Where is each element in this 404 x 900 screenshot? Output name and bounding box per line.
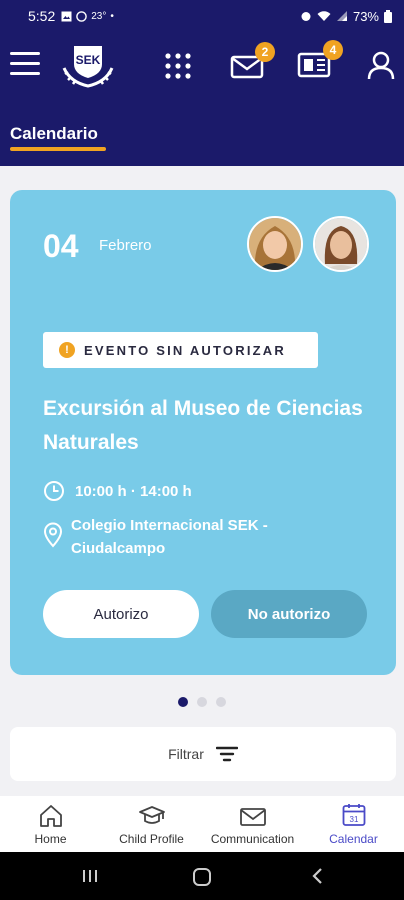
- filter-button[interactable]: Filtrar: [10, 727, 396, 781]
- nav-label: Calendar: [329, 832, 378, 846]
- mail-badge: 2: [255, 42, 275, 62]
- whatsapp-icon: [76, 10, 88, 22]
- page-title: Calendario: [10, 124, 98, 143]
- status-badge: ! EVENTO SIN AUTORIZAR: [43, 332, 318, 368]
- event-location: Colegio Internacional SEK - Ciudalcampo: [71, 517, 268, 557]
- deny-button[interactable]: No autorizo: [211, 590, 367, 638]
- nav-home[interactable]: Home: [0, 796, 101, 852]
- back-icon[interactable]: [310, 867, 324, 885]
- home-icon: [39, 805, 62, 827]
- event-month: Febrero: [99, 237, 152, 254]
- nav-label: Child Profile: [119, 832, 184, 846]
- event-card[interactable]: 04 Febrero ! EVENTO SIN AUTORIZAR Excurs…: [10, 190, 396, 675]
- weather-temp: 23°: [91, 10, 107, 22]
- avatar: [247, 216, 303, 272]
- gallery-icon: [61, 11, 72, 21]
- pagination-dot[interactable]: [197, 697, 207, 707]
- user-icon[interactable]: [366, 50, 396, 80]
- battery-icon: [384, 9, 392, 23]
- alarm-icon: [301, 12, 311, 21]
- nav-label: Home: [34, 832, 67, 846]
- battery-percent: 73%: [352, 8, 379, 24]
- authorize-button[interactable]: Autorizo: [43, 590, 199, 638]
- signal-icon: [336, 11, 347, 21]
- nav-communication[interactable]: Communication: [202, 796, 303, 852]
- news-badge: 4: [323, 40, 343, 60]
- envelope-icon: [239, 808, 266, 826]
- status-time: 5:52: [28, 8, 56, 24]
- recents-icon[interactable]: [82, 869, 98, 883]
- filter-icon: [215, 746, 238, 762]
- nav-calendar[interactable]: 31 Calendar: [303, 796, 404, 852]
- calendar-icon: 31: [342, 804, 365, 826]
- section-header: Calendario: [0, 100, 404, 166]
- location-pin-icon: [43, 522, 63, 548]
- home-button-icon[interactable]: [193, 868, 211, 886]
- sek-logo: SEK: [62, 46, 114, 88]
- child-photo-2: [315, 218, 367, 270]
- status-text: EVENTO SIN AUTORIZAR: [84, 342, 286, 358]
- avatar: [313, 216, 369, 272]
- bottom-navigation: Home Child Profile Communication 31 Cale…: [0, 796, 404, 852]
- svg-text:31: 31: [349, 815, 358, 824]
- pagination-dot-active[interactable]: [178, 697, 188, 707]
- nav-child-profile[interactable]: Child Profile: [101, 796, 202, 852]
- status-bar: 5:52 23° • 73%: [0, 0, 404, 32]
- title-underline: [10, 147, 106, 151]
- event-title: Excursión al Museo de Ciencias Naturales: [43, 397, 363, 454]
- graduation-cap-icon: [138, 806, 165, 824]
- clock-icon: [44, 481, 64, 501]
- system-navigation-bar: [0, 852, 404, 900]
- event-time: 10:00 h · 14:00 h: [75, 482, 192, 500]
- apps-grid-icon[interactable]: [164, 52, 192, 80]
- wifi-icon: [317, 11, 331, 21]
- child-photo-1: [249, 218, 301, 270]
- nav-label: Communication: [210, 832, 295, 846]
- svg-text:SEK: SEK: [76, 53, 101, 67]
- dot-icon: •: [110, 10, 114, 22]
- notification-icons: 23° •: [61, 11, 114, 22]
- menu-icon[interactable]: [10, 52, 40, 78]
- event-location-row: Colegio Internacional SEK - Ciudalcampo: [43, 514, 311, 560]
- app-header: SEK 2 4: [0, 32, 404, 100]
- filter-label: Filtrar: [168, 746, 204, 762]
- event-day: 04: [43, 228, 79, 264]
- carousel-pagination: [178, 697, 226, 707]
- pagination-dot[interactable]: [216, 697, 226, 707]
- event-time-row: 10:00 h · 14:00 h: [43, 480, 192, 502]
- warning-icon: !: [59, 342, 75, 358]
